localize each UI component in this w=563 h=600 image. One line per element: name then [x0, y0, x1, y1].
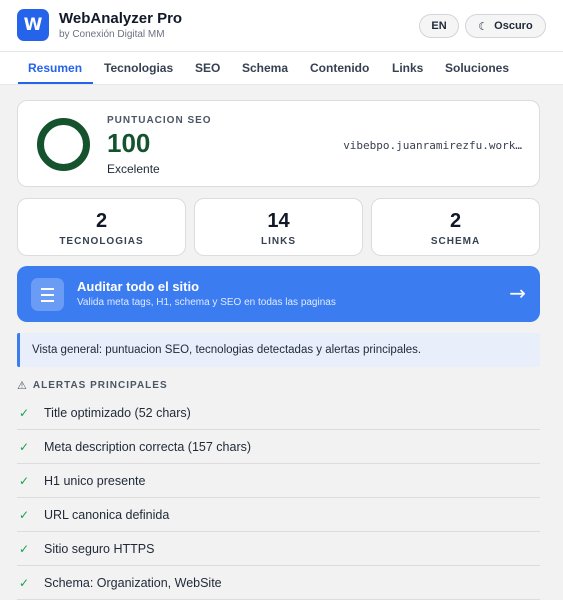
active-tab-indicator — [18, 82, 93, 84]
tab-resumen[interactable]: Resumen — [28, 61, 82, 75]
check-icon: ✓ — [19, 576, 30, 590]
stat-value: 2 — [95, 210, 108, 232]
stat-label: LINKS — [261, 236, 296, 247]
alert-text: Sitio seguro HTTPS — [44, 542, 155, 556]
info-text: Vista general: puntuacion SEO, tecnologi… — [32, 344, 422, 356]
score-label: PUNTUACION SEO — [107, 115, 212, 126]
tab-seo[interactable]: SEO — [195, 61, 220, 75]
stat-label: SCHEMA — [430, 236, 481, 247]
tab-schema[interactable]: Schema — [242, 61, 288, 75]
audit-subtitle: Valida meta tags, H1, schema y SEO en to… — [77, 297, 336, 308]
main-content: PUNTUACION SEO 100 Excelente vibebpo.jua… — [0, 85, 563, 600]
score-rating: Excelente — [107, 162, 160, 176]
audit-site-button[interactable]: Auditar todo el sitio Valida meta tags, … — [17, 266, 540, 322]
overview-info-banner: Vista general: puntuacion SEO, tecnologi… — [17, 333, 540, 367]
app-subtitle: by Conexión Digital MM — [59, 29, 165, 40]
alert-item: ✓ H1 unico presente — [17, 464, 540, 498]
alerts-header: ⚠ ALERTAS PRINCIPALES — [17, 379, 168, 392]
check-icon: ✓ — [19, 542, 30, 556]
tab-tecnologias[interactable]: Tecnologias — [104, 61, 173, 75]
alert-item: ✓ Schema: Organization, WebSite — [17, 566, 540, 600]
language-button[interactable]: EN — [419, 14, 459, 38]
check-icon: ✓ — [19, 474, 30, 488]
alert-item: ✓ Title optimizado (52 chars) — [17, 396, 540, 430]
alert-item: ✓ Meta description correcta (157 chars) — [17, 430, 540, 464]
tab-bar: Resumen Tecnologias SEO Schema Contenido… — [0, 52, 563, 85]
stat-label: TECNOLOGIAS — [59, 236, 144, 247]
seo-score-card: PUNTUACION SEO 100 Excelente vibebpo.jua… — [17, 100, 540, 187]
app-title: WebAnalyzer Pro — [59, 10, 183, 27]
alert-text: Meta description correcta (157 chars) — [44, 440, 252, 454]
stat-value: 14 — [267, 210, 290, 232]
alert-text: Schema: Organization, WebSite — [44, 576, 222, 590]
stat-value: 2 — [449, 210, 462, 232]
check-icon: ✓ — [19, 440, 30, 454]
alert-text: Title optimizado (52 chars) — [44, 406, 191, 420]
app-logo-icon: W — [17, 9, 49, 41]
theme-toggle-button[interactable]: ☾ Oscuro — [465, 14, 546, 38]
alert-item: ✓ URL canonica definida — [17, 498, 540, 532]
alerts-title: ALERTAS PRINCIPALES — [32, 380, 168, 391]
stat-card-links: 14 LINKS — [194, 198, 363, 256]
alert-text: URL canonica definida — [44, 508, 170, 522]
tab-soluciones[interactable]: Soluciones — [445, 61, 509, 75]
score-ring — [37, 118, 90, 171]
analyzed-domain: vibebpo.juanramirezfu.work… — [343, 139, 522, 152]
tab-contenido[interactable]: Contenido — [310, 61, 369, 75]
theme-toggle-label: Oscuro — [494, 20, 533, 32]
alert-text: H1 unico presente — [44, 474, 146, 488]
tab-links[interactable]: Links — [392, 61, 423, 75]
alert-item: ✓ Sitio seguro HTTPS — [17, 532, 540, 566]
menu-icon — [31, 278, 64, 311]
audit-title: Auditar todo el sitio — [77, 279, 200, 294]
warning-icon: ⚠ — [17, 379, 27, 392]
stat-card-tecnologias: 2 TECNOLOGIAS — [17, 198, 186, 256]
app-header: W WebAnalyzer Pro by Conexión Digital MM… — [0, 0, 563, 52]
arrow-right-icon: → — [509, 281, 526, 305]
score-value: 100 — [107, 128, 151, 158]
check-icon: ✓ — [19, 508, 30, 522]
check-icon: ✓ — [19, 406, 30, 420]
moon-icon: ☾ — [478, 19, 489, 33]
stat-card-schema: 2 SCHEMA — [371, 198, 540, 256]
